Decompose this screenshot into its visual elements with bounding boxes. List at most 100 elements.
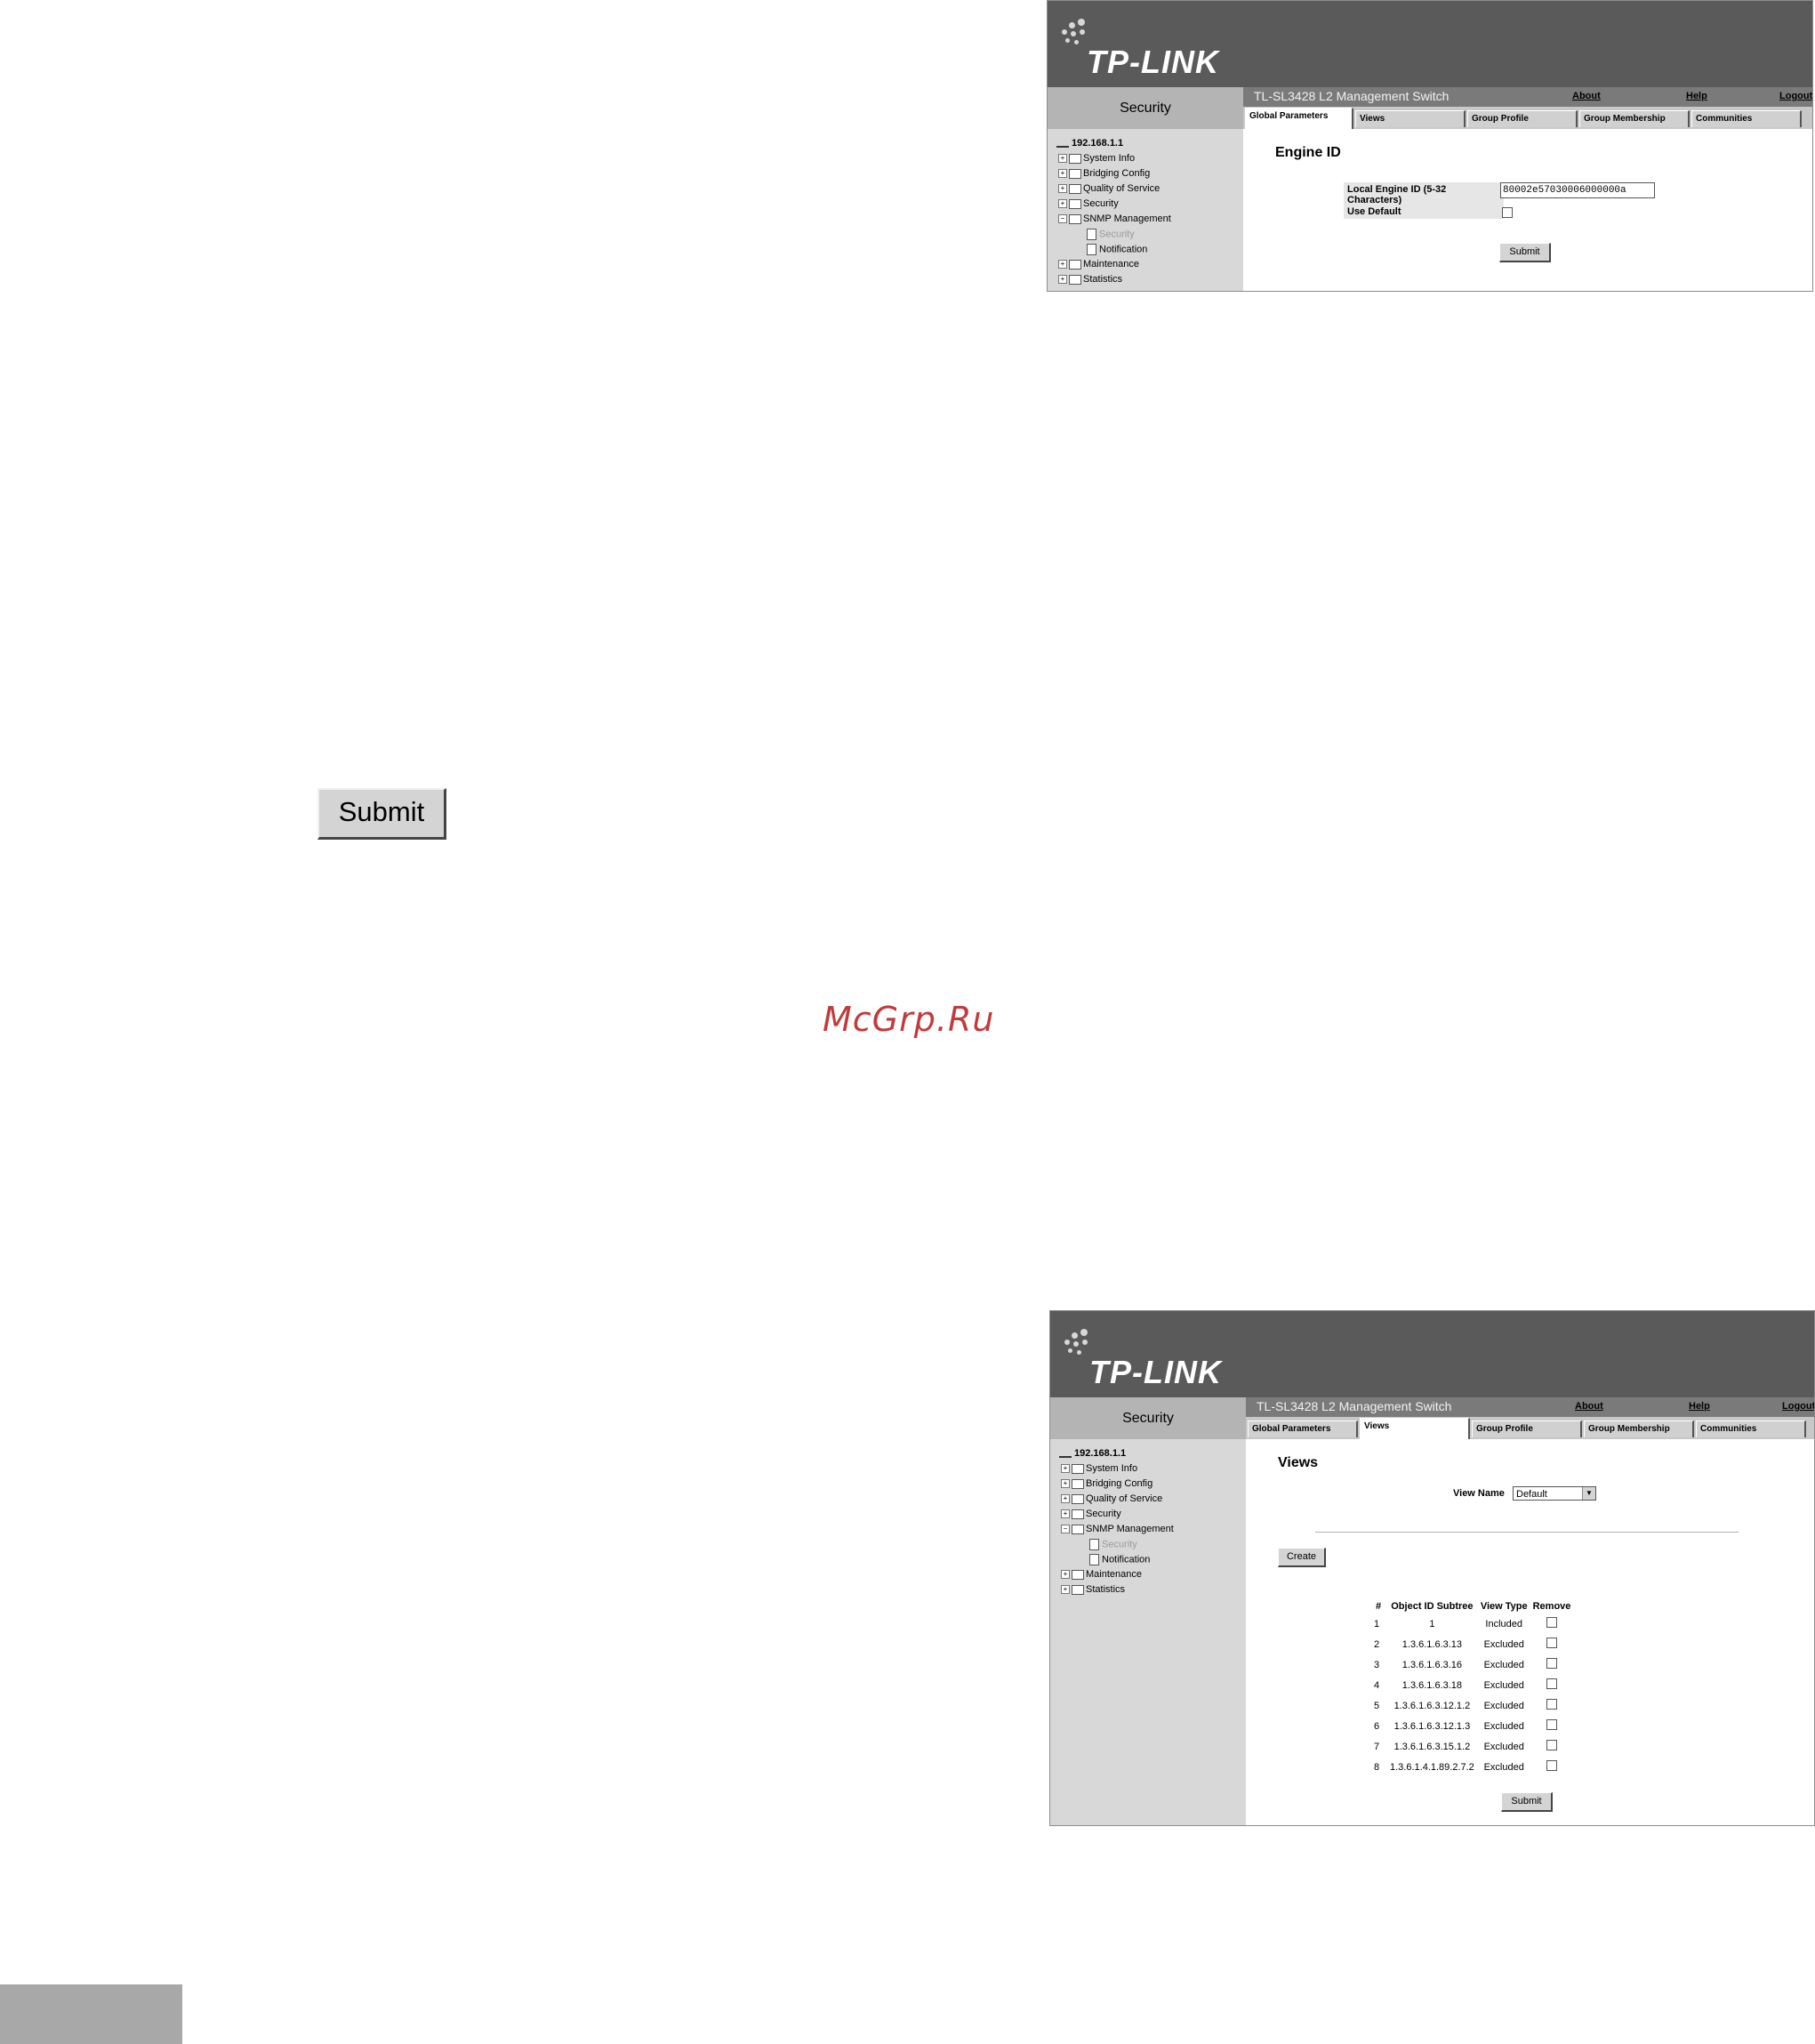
submit-button[interactable]: Submit <box>1501 1792 1553 1812</box>
tree-item-statistics[interactable]: + Statistics <box>1058 274 1122 285</box>
tab-communities[interactable]: Communities <box>1696 1420 1806 1437</box>
tree-item-bridging-config[interactable]: + Bridging Config <box>1061 1478 1152 1489</box>
remove-checkbox[interactable] <box>1546 1719 1557 1730</box>
expand-icon[interactable]: + <box>1061 1464 1070 1474</box>
remove-checkbox[interactable] <box>1546 1740 1557 1750</box>
remove-checkbox[interactable] <box>1546 1760 1557 1771</box>
folder-open-icon <box>1069 213 1081 224</box>
tree-item-quality-of-service[interactable]: + Quality of Service <box>1058 183 1160 194</box>
about-link[interactable]: About <box>1572 91 1601 101</box>
views-screenshot: TP-LINK Security TL-SL3428 L2 Management… <box>1049 1310 1815 1826</box>
table-row: 2 1.3.6.1.6.3.13 Excluded <box>1370 1634 1573 1654</box>
expand-icon[interactable]: + <box>1058 275 1067 285</box>
help-link[interactable]: Help <box>1689 1401 1710 1412</box>
switch-bar: TL-SL3428 L2 Management Switch About Hel… <box>1246 1397 1814 1417</box>
tab-group-membership[interactable]: Group Membership <box>1579 110 1690 127</box>
folder-icon <box>1069 153 1081 164</box>
page-title: Engine ID <box>1275 145 1341 160</box>
page-title: Views <box>1278 1455 1319 1470</box>
tree-item-statistics[interactable]: + Statistics <box>1061 1584 1125 1595</box>
tab-group-profile[interactable]: Group Profile <box>1472 1420 1582 1437</box>
tree-root[interactable]: 192.168.1.1 <box>1056 138 1123 149</box>
remove-checkbox[interactable] <box>1546 1617 1557 1628</box>
document-icon <box>1089 1539 1099 1550</box>
folder-open-icon <box>1072 1524 1084 1534</box>
table-row: 7 1.3.6.1.6.3.15.1.2 Excluded <box>1370 1736 1573 1757</box>
tree-item-quality-of-service[interactable]: + Quality of Service <box>1061 1493 1162 1504</box>
collapse-icon[interactable]: − <box>1061 1525 1070 1534</box>
view-name-select[interactable]: Default ▼ <box>1513 1486 1596 1501</box>
expand-icon[interactable]: + <box>1058 154 1067 164</box>
expand-icon[interactable]: + <box>1058 184 1067 194</box>
folder-icon <box>1072 1463 1084 1474</box>
expand-icon[interactable]: + <box>1061 1494 1070 1504</box>
tree-subitem-notification[interactable]: Notification <box>1089 1554 1150 1565</box>
use-default-checkbox[interactable] <box>1502 207 1513 218</box>
expand-icon[interactable]: + <box>1061 1585 1070 1595</box>
remove-checkbox[interactable] <box>1546 1699 1557 1710</box>
use-default-label: Use Default <box>1344 205 1504 219</box>
submit-button-large[interactable]: Submit <box>317 788 446 840</box>
main-content: Views View Name Default ▼ Create # Objec… <box>1246 1439 1814 1825</box>
tree-subitem-security[interactable]: Security <box>1089 1539 1137 1550</box>
expand-icon[interactable]: + <box>1061 1479 1070 1489</box>
document-icon <box>1089 1554 1099 1565</box>
tree-item-snmp-management[interactable]: − SNMP Management <box>1061 1524 1174 1534</box>
tree-item-maintenance[interactable]: + Maintenance <box>1058 259 1139 270</box>
header-banner: TP-LINK <box>1048 1 1812 87</box>
table-row: 3 1.3.6.1.6.3.16 Excluded <box>1370 1654 1573 1675</box>
about-link[interactable]: About <box>1575 1401 1603 1412</box>
remove-checkbox[interactable] <box>1546 1678 1557 1689</box>
help-link[interactable]: Help <box>1686 91 1707 101</box>
folder-icon <box>1069 259 1081 270</box>
expand-icon[interactable]: + <box>1058 199 1067 209</box>
tab-global-parameters[interactable]: Global Parameters <box>1245 108 1353 129</box>
submit-button[interactable]: Submit <box>1499 243 1551 262</box>
expand-icon[interactable]: + <box>1058 169 1067 179</box>
nav-tree: 192.168.1.1 + System Info + Bridging Confi… <box>1048 129 1243 291</box>
logout-link[interactable]: Logout <box>1779 91 1812 101</box>
document-icon <box>1087 244 1096 255</box>
folder-icon <box>1069 183 1081 194</box>
page-corner-tab <box>0 1984 182 2044</box>
folder-icon <box>1069 168 1081 179</box>
tree-root[interactable]: 192.168.1.1 <box>1059 1448 1126 1459</box>
tab-global-parameters[interactable]: Global Parameters <box>1248 1420 1358 1437</box>
tab-views[interactable]: Views <box>1360 1418 1470 1439</box>
logout-link[interactable]: Logout <box>1782 1401 1814 1412</box>
tab-communities[interactable]: Communities <box>1691 110 1802 127</box>
tree-item-security[interactable]: + Security <box>1058 198 1119 209</box>
engine-id-input[interactable]: 80002e57030006000000a <box>1500 182 1655 198</box>
tab-views[interactable]: Views <box>1355 110 1466 127</box>
col-header-view-type: View Type <box>1480 1601 1528 1612</box>
col-header-remove: Remove <box>1532 1601 1571 1612</box>
tree-item-system-info[interactable]: + System Info <box>1061 1463 1137 1474</box>
expand-icon[interactable]: + <box>1061 1570 1070 1580</box>
network-icon <box>1059 1449 1072 1459</box>
tab-bar: Global Parameters Views Group Profile Gr… <box>1243 107 1812 129</box>
remove-checkbox[interactable] <box>1546 1658 1557 1669</box>
tree-item-maintenance[interactable]: + Maintenance <box>1061 1569 1142 1580</box>
folder-icon <box>1069 274 1081 285</box>
expand-icon[interactable]: + <box>1061 1509 1070 1519</box>
tree-subitem-security[interactable]: Security <box>1087 229 1135 240</box>
remove-checkbox[interactable] <box>1546 1638 1557 1648</box>
tree-item-snmp-management[interactable]: − SNMP Management <box>1058 213 1171 224</box>
tab-group-membership[interactable]: Group Membership <box>1584 1420 1694 1437</box>
expand-icon[interactable]: + <box>1058 260 1067 270</box>
engine-id-label: Local Engine ID (5-32 Characters) <box>1344 182 1504 207</box>
col-header-index: # <box>1375 1601 1382 1612</box>
tree-item-bridging-config[interactable]: + Bridging Config <box>1058 168 1150 179</box>
tree-subitem-notification[interactable]: Notification <box>1087 244 1147 255</box>
tree-item-security[interactable]: + Security <box>1061 1509 1121 1519</box>
create-button[interactable]: Create <box>1278 1548 1326 1567</box>
folder-icon <box>1069 198 1081 209</box>
tp-link-logo: TP-LINK <box>1056 19 1261 81</box>
nav-tree: 192.168.1.1 + System Info + Bridging Confi… <box>1050 1439 1246 1825</box>
tree-item-system-info[interactable]: + System Info <box>1058 153 1135 164</box>
collapse-icon[interactable]: − <box>1058 214 1067 224</box>
engine-id-screenshot: TP-LINK Security TL-SL3428 L2 Management… <box>1047 0 1813 292</box>
table-row: 8 1.3.6.1.4.1.89.2.7.2 Excluded <box>1370 1757 1573 1777</box>
divider <box>1315 1532 1739 1533</box>
tab-group-profile[interactable]: Group Profile <box>1467 110 1578 127</box>
